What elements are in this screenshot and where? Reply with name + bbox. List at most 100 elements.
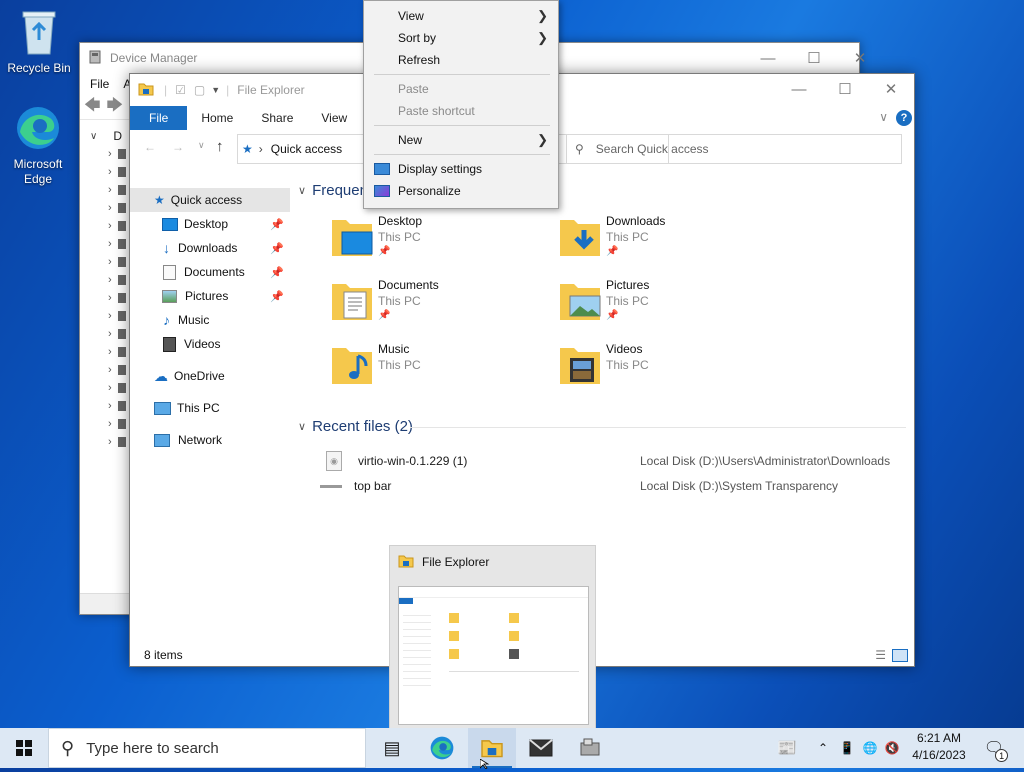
folder-tile-desktop[interactable]: Desktop This PC 📌 — [330, 214, 422, 258]
menu-item-paste[interactable]: Paste — [364, 78, 558, 100]
nav-item-pictures[interactable]: Pictures 📌 — [130, 284, 290, 308]
nav-item-network[interactable]: Network — [130, 428, 290, 452]
device-tree: › › › › › › › › › › › › › › › › › — [80, 145, 132, 451]
forward-arrow-icon[interactable]: → — [172, 140, 184, 154]
network-globe-icon[interactable]: 🌐 — [860, 728, 880, 768]
menu-item-view[interactable]: View ❯ — [364, 5, 558, 27]
group-header-frequent[interactable]: ∨ Frequen — [290, 178, 368, 202]
recent-file-row[interactable]: top bar Local Disk (D:)\System Transpare… — [320, 475, 916, 497]
tree-node[interactable]: › — [80, 235, 132, 253]
collapse-chevron-icon[interactable]: ∨ — [298, 420, 306, 433]
breadcrumb[interactable]: Quick access — [271, 142, 342, 156]
desktop-icon-edge[interactable]: Microsoft Edge — [3, 104, 73, 187]
taskbar-edge[interactable] — [418, 728, 466, 768]
new-folder-icon[interactable]: ▢ — [194, 83, 205, 97]
tab-view[interactable]: View — [307, 106, 361, 130]
tab-file[interactable]: File — [130, 106, 188, 130]
close-button[interactable]: ✕ — [868, 74, 914, 104]
back-arrow-icon[interactable]: 🡄 — [84, 94, 101, 121]
menu-item-label: Display settings — [398, 162, 483, 176]
tree-node[interactable]: › — [80, 163, 132, 181]
context-menu: View ❯ Sort by ❯ Refresh Paste Paste sho… — [363, 0, 559, 209]
menu-item-new[interactable]: New ❯ — [364, 129, 558, 151]
nav-item-quick-access[interactable]: ★ Quick access — [130, 188, 290, 212]
properties-icon[interactable]: ☑ — [175, 83, 186, 97]
large-icons-view-icon[interactable] — [892, 648, 908, 662]
taskbar-thumbnail-preview[interactable]: File Explorer — [389, 545, 596, 730]
taskbar-search-input[interactable]: ⚲ Type here to search — [48, 728, 366, 768]
group-header-recent[interactable]: ∨ Recent files (2) — [290, 414, 413, 438]
menu-item-paste-shortcut[interactable]: Paste shortcut — [364, 100, 558, 122]
tree-node[interactable]: › — [80, 253, 132, 271]
folder-tile-videos[interactable]: Videos This PC — [558, 342, 649, 386]
folder-tile-downloads[interactable]: Downloads This PC 📌 — [558, 214, 665, 258]
tree-root[interactable]: ∨ D — [90, 129, 122, 143]
recent-file-row[interactable]: ◉ virtio-win-0.1.229 (1) Local Disk (D:)… — [326, 450, 916, 472]
search-input[interactable]: ⚲ Search Quick access — [566, 134, 902, 164]
tree-node[interactable]: › — [80, 181, 132, 199]
show-hidden-icons-chevron-icon[interactable]: ⌃ — [814, 728, 832, 768]
nav-item-this-pc[interactable]: This PC — [130, 396, 290, 420]
tree-node[interactable]: › — [80, 433, 132, 451]
network-icon — [154, 433, 170, 447]
collapse-chevron-icon[interactable]: ∨ — [298, 184, 306, 197]
folder-location: This PC — [606, 294, 649, 308]
tab-share[interactable]: Share — [247, 106, 307, 130]
menu-item-personalize[interactable]: Personalize — [364, 180, 558, 202]
nav-item-desktop[interactable]: Desktop 📌 — [130, 212, 290, 236]
menu-file[interactable]: File — [90, 77, 109, 91]
tree-node[interactable]: › — [80, 361, 132, 379]
tree-node[interactable]: › — [80, 325, 132, 343]
close-button[interactable]: ✕ — [837, 43, 883, 73]
device-icon[interactable]: 📱 — [838, 728, 856, 768]
nav-item-music[interactable]: ♪ Music — [130, 308, 290, 332]
tree-node[interactable]: › — [80, 199, 132, 217]
notification-center-button[interactable]: 🗨 1 — [980, 728, 1009, 768]
back-arrow-icon[interactable]: ← — [144, 140, 156, 154]
taskbar-device-manager[interactable] — [566, 728, 614, 768]
folder-icon — [138, 82, 154, 99]
maximize-button[interactable]: ☐ — [822, 74, 868, 104]
tree-node[interactable]: › — [80, 289, 132, 307]
start-button[interactable] — [0, 728, 48, 768]
volume-muted-icon[interactable]: 🔇 — [882, 728, 902, 768]
folder-location: This PC — [378, 230, 421, 244]
recent-locations-icon[interactable]: ∨ — [198, 140, 205, 151]
menu-item-sort-by[interactable]: Sort by ❯ — [364, 27, 558, 49]
taskbar-mail[interactable] — [517, 728, 565, 768]
tree-node[interactable]: › — [80, 145, 132, 163]
expand-ribbon-icon[interactable]: ∨ — [879, 110, 888, 124]
system-clock[interactable]: 6:21 AM 4/16/2023 — [900, 730, 978, 764]
help-icon[interactable]: ? — [896, 110, 912, 126]
minimize-button[interactable]: — — [776, 74, 822, 104]
folder-tile-music[interactable]: Music This PC — [330, 342, 421, 386]
maximize-button[interactable]: ☐ — [791, 43, 837, 73]
forward-arrow-icon[interactable]: 🡆 — [107, 94, 124, 121]
tree-node[interactable]: › — [80, 271, 132, 289]
tree-node[interactable]: › — [80, 379, 132, 397]
details-view-icon[interactable]: ☰ — [875, 648, 886, 662]
folder-tile-pictures[interactable]: Pictures This PC 📌 — [558, 278, 649, 322]
collapse-chevron-icon[interactable]: ∨ — [90, 131, 97, 142]
task-view-button[interactable]: ▤ — [368, 728, 416, 768]
tree-node[interactable]: › — [80, 217, 132, 235]
nav-item-onedrive[interactable]: ☁ OneDrive — [130, 364, 290, 388]
breadcrumb-chevron-icon[interactable]: › — [259, 142, 263, 156]
tree-node[interactable]: › — [80, 307, 132, 325]
tree-node[interactable]: › — [80, 343, 132, 361]
folder-tile-documents[interactable]: Documents This PC 📌 — [330, 278, 439, 322]
menu-item-display-settings[interactable]: Display settings — [364, 158, 558, 180]
tree-node[interactable]: › — [80, 415, 132, 433]
nav-item-videos[interactable]: Videos — [130, 332, 290, 356]
customize-qat-icon[interactable]: ▼ — [211, 85, 220, 95]
up-arrow-icon[interactable]: ↑ — [216, 138, 224, 155]
tab-home[interactable]: Home — [187, 106, 247, 130]
nav-item-downloads[interactable]: ↓ Downloads 📌 — [130, 236, 290, 260]
taskbar-file-explorer[interactable] — [468, 728, 516, 768]
nav-item-documents[interactable]: Documents 📌 — [130, 260, 290, 284]
tree-node[interactable]: › — [80, 397, 132, 415]
news-widget-icon[interactable]: 📰 — [772, 728, 802, 768]
minimize-button[interactable]: — — [745, 43, 791, 73]
menu-item-refresh[interactable]: Refresh — [364, 49, 558, 71]
desktop-icon-recycle-bin[interactable]: Recycle Bin — [4, 6, 74, 75]
